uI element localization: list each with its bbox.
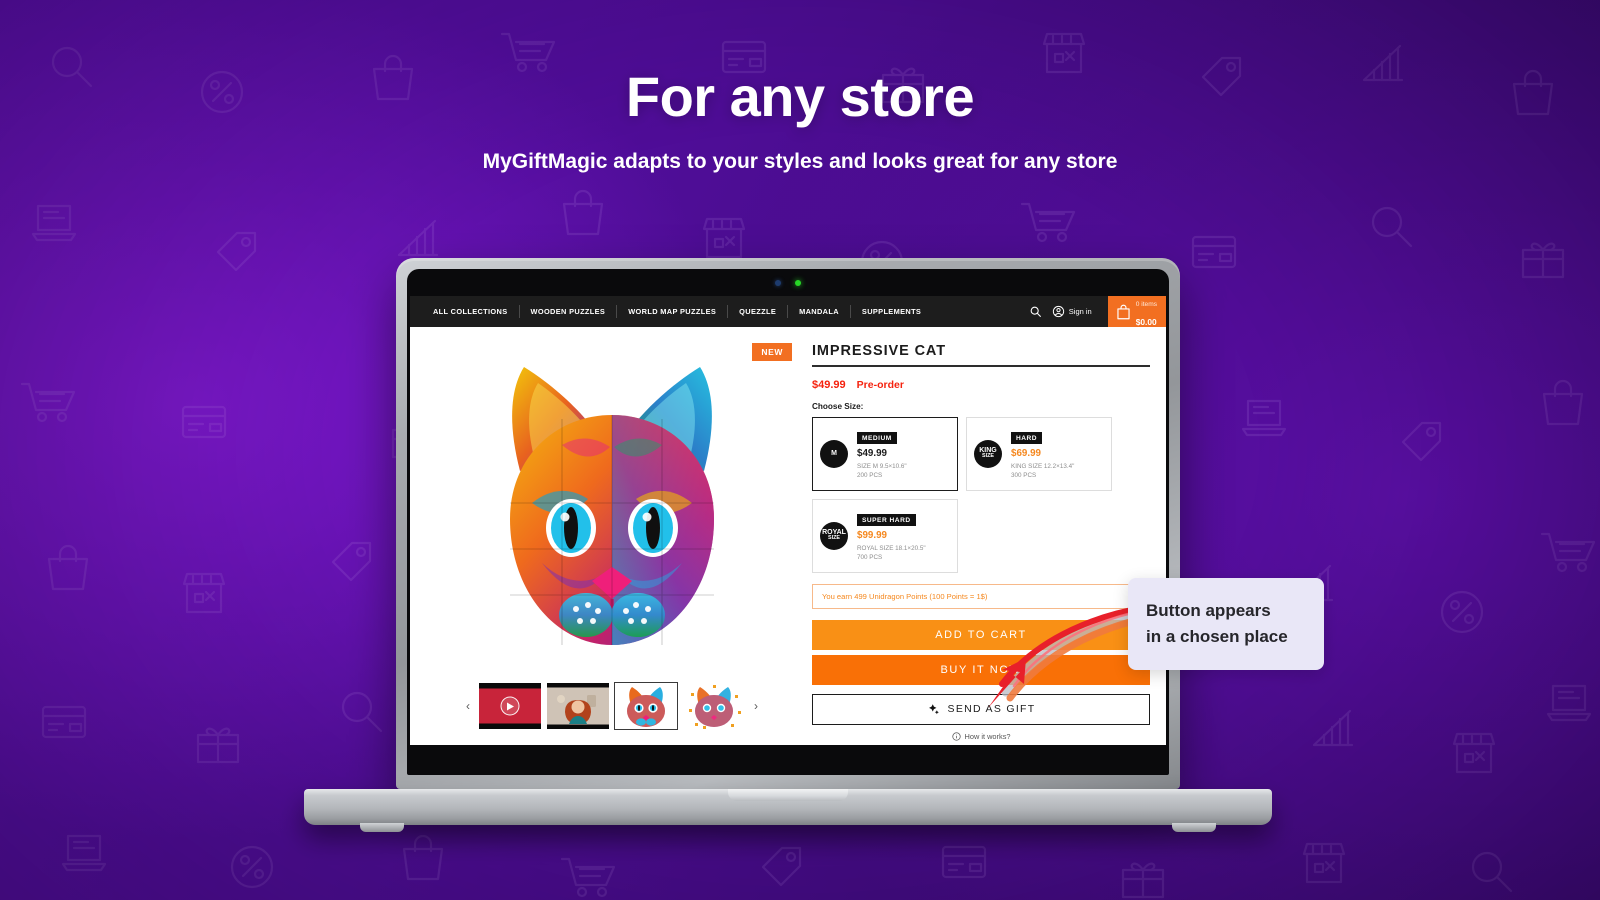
size-piece-count: 700 PCS — [857, 554, 883, 562]
thumbnail-next-arrow[interactable]: › — [751, 699, 761, 713]
cart-item-count: 0 items — [1135, 301, 1157, 309]
new-product-badge: NEW — [752, 343, 792, 361]
size-option-royal[interactable]: ROYAL SIZE SUPER HARD $99.99 ROYAL SIZE … — [812, 498, 958, 573]
size-dimensions: SIZE M 9.5×10.6" — [857, 463, 907, 471]
choose-size-label: Choose Size: — [812, 401, 864, 411]
product-gallery: NEW ‹ › — [426, 337, 798, 745]
product-title: IMPRESSIVE CAT — [812, 343, 946, 359]
nav-links-group: ALL COLLECTIONS WOODEN PUZZLES WORLD MAP… — [410, 296, 1029, 327]
callout-tooltip: Button appears in a chosen place — [1128, 578, 1324, 670]
thumbnail-prev-arrow[interactable]: ‹ — [463, 699, 473, 713]
nav-item-world-map-puzzles[interactable]: WORLD MAP PUZZLES — [617, 307, 727, 316]
purchase-buttons: ADD TO CART BUY IT NOW SEND AS GIFT How … — [812, 619, 1150, 741]
size-price: $69.99 — [1011, 448, 1041, 460]
size-option-king[interactable]: KING SIZE HARD $69.99 KING SIZE 12.2×13.… — [966, 416, 1112, 491]
cat-puzzle-hero-image[interactable] — [462, 353, 762, 663]
size-badge-royal-icon: ROYAL SIZE — [820, 521, 848, 550]
size-circle-line1: M — [831, 450, 837, 458]
size-option-medium[interactable]: M MEDIUM $49.99 SIZE M 9.5×10.6" 200 PCS — [812, 416, 958, 491]
add-to-cart-button[interactable]: ADD TO CART — [812, 619, 1150, 650]
product-details: IMPRESSIVE CAT $49.99 Pre-order Choose S… — [812, 337, 1150, 745]
availability-label: Pre-order — [856, 378, 904, 391]
laptop-mockup: ALL COLLECTIONS WOODEN PUZZLES WORLD MAP… — [304, 258, 1272, 832]
nav-item-wooden-puzzles[interactable]: WOODEN PUZZLES — [520, 307, 617, 316]
cat-puzzle-pieces-thumb-image — [689, 685, 741, 729]
play-icon — [500, 696, 520, 716]
size-circle-line2: SIZE — [982, 453, 994, 460]
nav-actions-group: Sign in 0 items $0.00 — [1029, 296, 1166, 327]
size-dimensions: KING SIZE 12.2×13.4" — [1011, 463, 1075, 471]
difficulty-tag: HARD — [1011, 432, 1043, 445]
account-circle-icon — [1052, 305, 1064, 318]
puzzle-photo-thumbnail[interactable] — [614, 682, 678, 730]
product-page: NEW ‹ › IMPRESSIVE CAT $49.99 Pre-order … — [410, 327, 1166, 745]
nav-item-quezzle[interactable]: QUEZZLE — [728, 307, 787, 316]
search-icon[interactable] — [1029, 305, 1042, 318]
webcam-indicators — [407, 280, 1169, 286]
shopping-bag-icon — [1117, 304, 1130, 319]
size-piece-count: 200 PCS — [857, 472, 883, 480]
size-piece-count: 300 PCS — [1011, 472, 1037, 480]
nav-item-mandala[interactable]: MANDALA — [788, 307, 850, 316]
page-title: For any store — [625, 65, 975, 128]
how-it-works-label: How it works? — [964, 731, 1011, 741]
webcam-active-led-icon — [795, 280, 801, 286]
thumbnail-carousel: ‹ › — [426, 679, 798, 745]
laptop-base — [304, 789, 1272, 832]
size-badge-medium-icon: M — [820, 439, 848, 468]
size-options-grid: M MEDIUM $49.99 SIZE M 9.5×10.6" 200 PCS — [812, 416, 1150, 573]
nav-item-supplements[interactable]: SUPPLEMENTS — [851, 307, 932, 316]
sign-in-label: Sign in — [1068, 307, 1092, 316]
price-row: $49.99 Pre-order — [812, 379, 1150, 391]
size-price: $49.99 — [857, 448, 887, 460]
laptop-bezel: ALL COLLECTIONS WOODEN PUZZLES WORLD MAP… — [407, 269, 1169, 775]
title-divider — [812, 365, 1150, 367]
nav-item-all-collections[interactable]: ALL COLLECTIONS — [422, 307, 519, 316]
video-thumbnail-red[interactable] — [479, 683, 541, 729]
difficulty-tag: MEDIUM — [857, 432, 897, 445]
laptop-foot-left — [360, 823, 404, 832]
cat-puzzle-thumb-image — [627, 687, 665, 727]
loyalty-points-message: You earn 499 Unidragon Points (100 Point… — [812, 583, 1150, 609]
buy-it-now-button[interactable]: BUY IT NOW — [812, 654, 1150, 685]
hero-header: For any store MyGiftMagic adapts to your… — [0, 65, 1600, 177]
gift-sparkle-icon — [928, 703, 939, 714]
person-video-frame — [547, 687, 609, 725]
product-price: $49.99 — [812, 378, 846, 391]
cart-total-amount: $0.00 — [1135, 316, 1157, 327]
laptop-lid: ALL COLLECTIONS WOODEN PUZZLES WORLD MAP… — [396, 258, 1180, 789]
size-dimensions: ROYAL SIZE 18.1×20.5" — [857, 545, 926, 553]
sign-in-button[interactable]: Sign in — [1052, 305, 1092, 318]
product-hero-image-wrap: NEW — [426, 337, 798, 679]
laptop-base-notch — [728, 789, 848, 801]
info-circle-icon — [951, 731, 961, 741]
laptop-foot-right — [1172, 823, 1216, 832]
callout-text: Button appears in a chosen place — [1146, 601, 1288, 646]
puzzle-pieces-thumbnail[interactable] — [683, 683, 745, 729]
site-navigation-bar: ALL COLLECTIONS WOODEN PUZZLES WORLD MAP… — [410, 296, 1166, 327]
size-badge-king-icon: KING SIZE — [974, 439, 1002, 468]
send-as-gift-label: SEND AS GIFT — [947, 703, 1036, 716]
size-price: $99.99 — [857, 530, 887, 542]
send-as-gift-button[interactable]: SEND AS GIFT — [812, 693, 1150, 725]
video-thumbnail-person[interactable] — [547, 683, 609, 729]
size-circle-line2: SIZE — [828, 535, 840, 542]
cart-button[interactable]: 0 items $0.00 — [1107, 296, 1166, 327]
page-subtitle: MyGiftMagic adapts to your styles and lo… — [482, 149, 1118, 173]
how-it-works-link[interactable]: How it works? — [812, 732, 1150, 741]
difficulty-tag: SUPER HARD — [857, 514, 916, 527]
webcam-lens-icon — [775, 280, 781, 286]
browser-screen: ALL COLLECTIONS WOODEN PUZZLES WORLD MAP… — [410, 296, 1166, 745]
